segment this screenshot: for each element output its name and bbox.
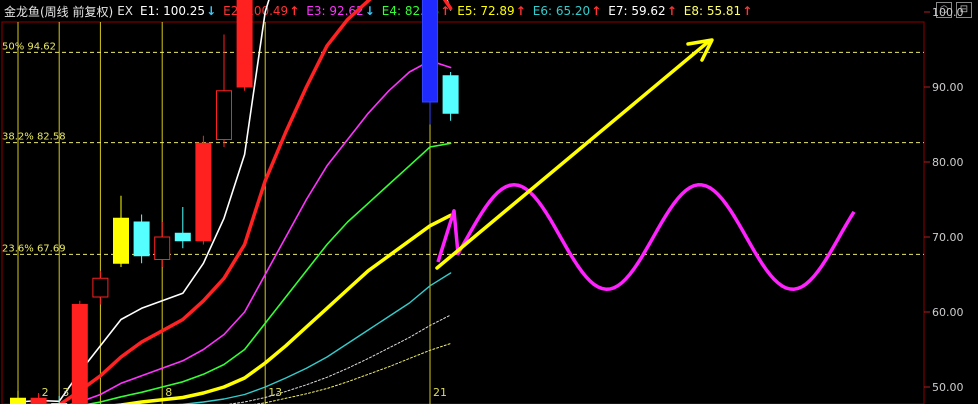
candle-body[interactable] [174, 232, 191, 242]
candle-body[interactable] [195, 142, 212, 242]
fib-level-label: 50% 94.62 [2, 41, 56, 52]
candle-body[interactable] [216, 90, 232, 140]
y-tick-label: 60.00 [932, 306, 964, 319]
candlestick-chart[interactable]: 50.0060.0070.0080.0090.00100.0110.0120.0… [0, 0, 978, 404]
plot-frame [1, 21, 925, 404]
y-tick-label: 50.00 [932, 381, 964, 394]
candle-body[interactable] [133, 221, 150, 257]
candle-body[interactable] [71, 304, 88, 404]
y-tick-label: 70.00 [932, 231, 964, 244]
bar-index-label: 21 [433, 386, 447, 399]
candle-body[interactable] [236, 0, 253, 88]
y-tick-label: 100.0 [932, 6, 964, 19]
fib-level-label: 38.2% 82.58 [2, 132, 66, 143]
candle-body[interactable] [10, 397, 26, 404]
candle-body[interactable] [422, 0, 438, 103]
y-tick-label: 90.00 [932, 81, 964, 94]
y-tick-label: 80.00 [932, 156, 964, 169]
trend-arrow-line [435, 40, 710, 270]
candle-body[interactable] [92, 277, 109, 298]
candle-body[interactable] [442, 75, 459, 114]
forecast-wave [436, 183, 856, 291]
candle-body[interactable] [113, 217, 129, 264]
bar-index-label: 13 [268, 386, 282, 399]
bar-index-label: 8 [165, 386, 172, 399]
fib-level-label: 23.6% 67.69 [2, 243, 66, 254]
bar-index-label: 3 [62, 386, 69, 399]
candle-body[interactable] [154, 236, 171, 260]
bar-index-label: 2 [42, 386, 49, 399]
candle-body[interactable] [30, 397, 47, 404]
